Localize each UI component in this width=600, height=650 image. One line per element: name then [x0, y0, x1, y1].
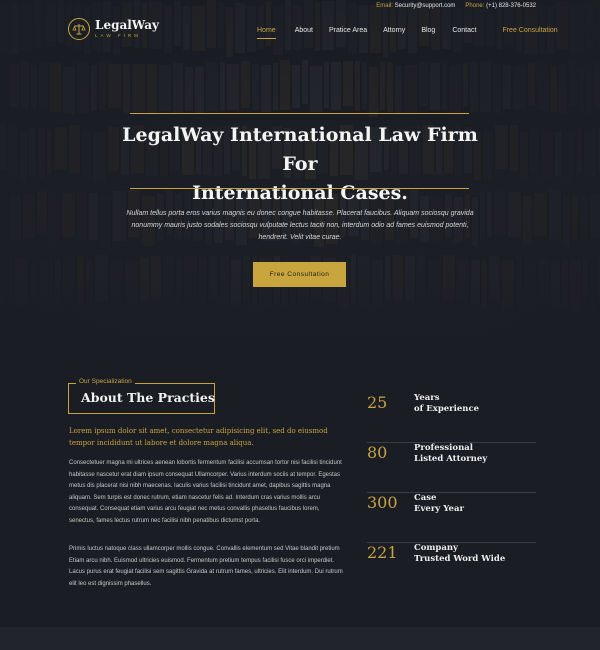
stat-value: 80: [367, 443, 388, 462]
stat-label-line2: Trusted Word Wide: [414, 554, 506, 564]
nav-attorney[interactable]: Attorny: [383, 27, 405, 34]
stat-value: 25: [367, 393, 388, 412]
stat-companies: 221 Company Trusted Word Wide: [367, 543, 536, 593]
footer-strip: [0, 627, 600, 650]
hero-bottom-rule: [130, 188, 469, 189]
nav-contact[interactable]: Contact: [452, 27, 476, 34]
hero-title: LegalWay International Law Firm For Inte…: [110, 121, 490, 208]
stat-label-line2: of Experience: [414, 404, 480, 414]
stat-years: 25 Years of Experience: [367, 393, 536, 443]
hero-consultation-button[interactable]: Free Consultation: [253, 262, 346, 287]
email-info[interactable]: Email: Security@support.com: [376, 3, 455, 9]
stat-label: Case Every Year: [414, 493, 464, 515]
about-lead: Lorem ipsum dolor sit amet, consectetur …: [69, 427, 328, 447]
nav-blog[interactable]: Blog: [421, 27, 435, 34]
stat-value: 300: [367, 493, 398, 512]
logo-tagline: LAW FIRM: [95, 33, 141, 38]
section-title: About The Practies: [81, 390, 215, 405]
stat-label-line1: Company: [414, 543, 458, 553]
stat-label-line2: Listed Attorney: [414, 454, 488, 464]
nav-about[interactable]: About: [295, 27, 313, 34]
stat-label: Years of Experience: [414, 393, 479, 415]
email-label: Email:: [376, 3, 393, 9]
phone-info[interactable]: Phone: (+1) 828-376-0532: [465, 3, 536, 9]
stat-value: 221: [367, 543, 398, 562]
hero-title-line2: International Cases.: [192, 182, 408, 204]
section-kicker: Our Specialization: [76, 378, 135, 385]
email-value[interactable]: Security@support.com: [395, 3, 456, 9]
nav-practice-area[interactable]: Pratice Area: [329, 27, 367, 34]
nav-free-consultation[interactable]: Free Consultation: [502, 27, 557, 34]
phone-label: Phone:: [465, 3, 485, 9]
hero-fade: [0, 275, 600, 365]
nav-home[interactable]: Home: [257, 27, 276, 39]
hero-top-rule: [130, 113, 469, 114]
scales-icon: [68, 18, 90, 40]
hero-title-line1: LegalWay International Law Firm For: [122, 124, 478, 175]
stat-label-line1: Years: [414, 393, 440, 403]
stat-cases: 300 Case Every Year: [367, 493, 536, 543]
logo-name: LegalWay: [95, 18, 159, 32]
stat-label-line1: Professional: [414, 443, 473, 453]
contact-bar: Email: Security@support.com Phone: (+1) …: [376, 3, 536, 9]
stat-label-line2: Every Year: [414, 504, 464, 514]
main-nav: Home About Pratice Area Attorny Blog Con…: [257, 27, 558, 39]
hero-subtitle: Nullam tellus porta eros varius magnis e…: [126, 210, 474, 241]
about-paragraph-2: Primis luctus natoque class ullamcorper …: [69, 546, 343, 587]
stat-attorneys: 80 Professional Listed Attorney: [367, 443, 536, 493]
stat-label: Company Trusted Word Wide: [414, 543, 505, 565]
stat-label-line1: Case: [414, 493, 437, 503]
stat-label: Professional Listed Attorney: [414, 443, 487, 465]
phone-value[interactable]: (+1) 828-376-0532: [486, 3, 536, 9]
site-logo[interactable]: LegalWay LAW FIRM: [68, 18, 159, 40]
about-paragraph-1: Consectetuer magna mi ultrices aenean lo…: [69, 460, 342, 524]
